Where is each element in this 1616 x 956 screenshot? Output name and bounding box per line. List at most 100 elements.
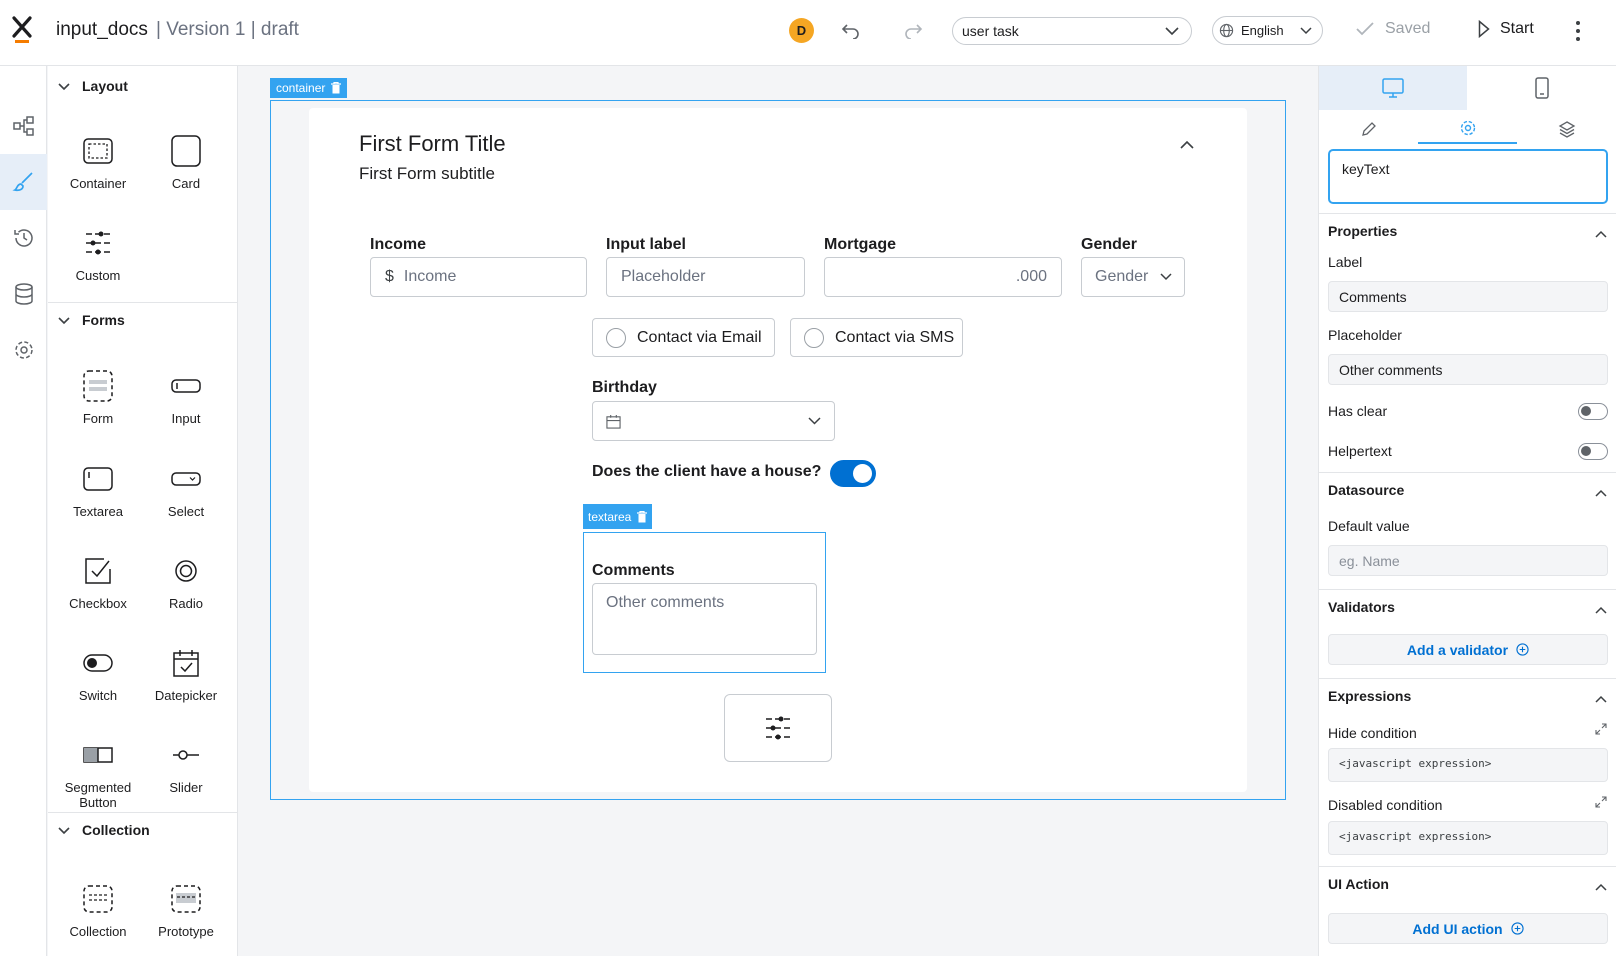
- phone-icon: [1535, 77, 1549, 99]
- custom-component[interactable]: [724, 694, 832, 762]
- text-input[interactable]: Placeholder: [606, 257, 805, 297]
- component-form[interactable]: Form: [54, 369, 142, 426]
- chevron-up-icon[interactable]: [1595, 690, 1607, 708]
- section-divider: [48, 302, 238, 303]
- section-divider: [1319, 866, 1616, 867]
- nav-process-icon[interactable]: [0, 98, 47, 154]
- nav-database-icon[interactable]: [0, 266, 47, 322]
- mobile-view-tab[interactable]: [1468, 66, 1616, 110]
- task-select[interactable]: user task: [952, 17, 1192, 45]
- tab-layers[interactable]: [1517, 114, 1616, 144]
- has-clear-toggle[interactable]: [1578, 403, 1608, 420]
- component-label: Card: [171, 176, 201, 191]
- tab-settings[interactable]: [1418, 114, 1517, 144]
- tab-style[interactable]: [1319, 114, 1418, 144]
- add-ui-action-label: Add UI action: [1412, 920, 1503, 937]
- income-input[interactable]: $ Income: [370, 257, 587, 297]
- component-datepicker[interactable]: Datepicker: [142, 646, 230, 703]
- saved-status: Saved: [1355, 20, 1430, 38]
- container-tag-label: container: [276, 81, 326, 95]
- chevron-down-icon: [1165, 26, 1179, 36]
- house-switch[interactable]: [830, 460, 876, 487]
- textarea-tag[interactable]: textarea: [583, 504, 653, 529]
- placeholder-input[interactable]: Other comments: [1328, 354, 1608, 385]
- app-logo[interactable]: [10, 14, 34, 44]
- component-card[interactable]: Card: [142, 134, 230, 191]
- trash-icon[interactable]: [331, 82, 342, 94]
- card-icon: [171, 134, 201, 168]
- component-slider[interactable]: Slider: [142, 738, 230, 795]
- language-select-value: English: [1241, 23, 1284, 38]
- chevron-up-icon[interactable]: [1595, 601, 1607, 619]
- component-label: Checkbox: [69, 596, 127, 611]
- mortgage-suffix: .000: [1015, 268, 1047, 285]
- component-textarea[interactable]: Textarea: [54, 462, 142, 519]
- label-input[interactable]: Comments: [1328, 281, 1608, 312]
- trash-icon[interactable]: [637, 510, 648, 523]
- comments-textarea[interactable]: Other comments: [592, 583, 817, 655]
- nav-rail: [0, 66, 47, 956]
- sliders-icon: [84, 226, 112, 260]
- component-select[interactable]: Select: [142, 462, 230, 519]
- chevron-up-icon[interactable]: [1595, 484, 1607, 502]
- chevron-up-icon[interactable]: [1595, 878, 1607, 896]
- hide-condition-input[interactable]: <javascript expression>: [1328, 748, 1608, 782]
- has-clear-label: Has clear: [1328, 403, 1388, 419]
- desktop-view-tab[interactable]: [1319, 66, 1467, 110]
- expand-icon[interactable]: [1595, 795, 1607, 813]
- form-subtitle: First Form subtitle: [359, 164, 496, 183]
- component-checkbox[interactable]: Checkbox: [54, 554, 142, 611]
- gender-select[interactable]: Gender: [1081, 257, 1185, 297]
- radio-icon: [174, 554, 198, 588]
- default-value-input[interactable]: eg. Name: [1328, 545, 1608, 576]
- container-icon: [83, 134, 113, 168]
- avatar[interactable]: D: [789, 18, 814, 43]
- mortgage-input[interactable]: .000: [824, 257, 1062, 297]
- redo-icon[interactable]: [900, 18, 926, 44]
- section-collection-header[interactable]: Collection: [48, 815, 238, 845]
- input-icon: [171, 369, 201, 403]
- birthday-datepicker[interactable]: [592, 401, 835, 441]
- key-input[interactable]: keyText: [1328, 149, 1608, 204]
- mortgage-label: Mortgage: [824, 236, 896, 253]
- component-label: Prototype: [158, 924, 214, 939]
- add-ui-action-button[interactable]: Add UI action: [1328, 913, 1608, 944]
- component-switch[interactable]: Switch: [54, 646, 142, 703]
- radio-contact-email[interactable]: Contact via Email: [592, 318, 775, 357]
- section-collection-title: Collection: [82, 822, 150, 838]
- form-title: First Form Title: [359, 131, 506, 156]
- section-layout-header[interactable]: Layout: [48, 71, 238, 101]
- component-radio[interactable]: Radio: [142, 554, 230, 611]
- chevron-up-icon[interactable]: [1180, 136, 1194, 154]
- expand-icon[interactable]: [1595, 722, 1607, 740]
- section-divider: [1319, 589, 1616, 590]
- saved-label: Saved: [1385, 20, 1431, 37]
- nav-history-icon[interactable]: [0, 210, 47, 266]
- nav-settings-icon[interactable]: [0, 322, 47, 378]
- radio-button[interactable]: [606, 327, 626, 348]
- language-select[interactable]: English: [1212, 16, 1323, 45]
- nav-brush-icon[interactable]: [0, 154, 47, 210]
- container-tag[interactable]: container: [270, 78, 348, 98]
- component-custom[interactable]: Custom: [54, 226, 142, 283]
- chevron-up-icon[interactable]: [1595, 225, 1607, 243]
- undo-icon[interactable]: [838, 18, 864, 44]
- section-forms-header[interactable]: Forms: [48, 305, 238, 335]
- start-button[interactable]: Start: [1478, 20, 1534, 38]
- gender-placeholder: Gender: [1095, 268, 1149, 285]
- income-placeholder: Income: [403, 268, 457, 285]
- helpertext-toggle[interactable]: [1578, 443, 1608, 460]
- radio-button[interactable]: [804, 327, 824, 348]
- disabled-condition-input[interactable]: <javascript expression>: [1328, 821, 1608, 855]
- component-segmented-button[interactable]: Segmented Button: [54, 738, 142, 810]
- default-value-label: Default value: [1328, 518, 1410, 534]
- radio-contact-sms[interactable]: Contact via SMS: [790, 318, 963, 357]
- chevron-down-icon: [1300, 26, 1312, 35]
- chevron-down-icon: [58, 312, 70, 328]
- component-prototype[interactable]: Prototype: [142, 882, 230, 939]
- component-container[interactable]: Container: [54, 134, 142, 191]
- component-collection[interactable]: Collection: [54, 882, 142, 939]
- more-options-icon[interactable]: [1570, 18, 1586, 44]
- add-validator-button[interactable]: Add a validator: [1328, 634, 1608, 665]
- component-input[interactable]: Input: [142, 369, 230, 426]
